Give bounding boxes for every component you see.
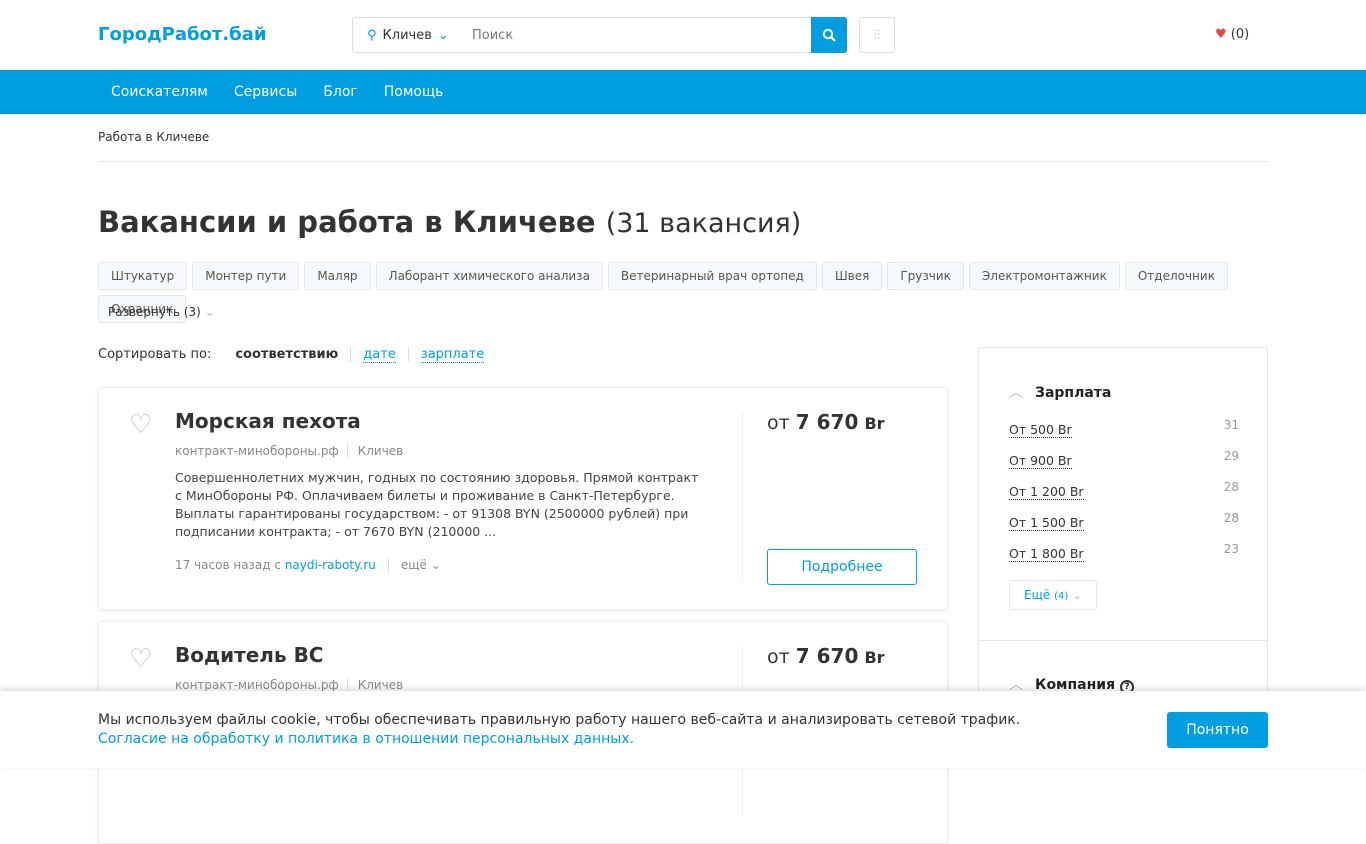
header: ГородРабот.бай ⚲Кличев⌄ ⫶⫶ ♥ (0): [0, 0, 1366, 70]
chevron-down-icon: ⌄: [437, 27, 449, 43]
divider: [979, 640, 1267, 641]
vacancy-meta: контракт-минобороны.рф Кличев: [175, 444, 404, 458]
salary-option[interactable]: От 1 800 Br 23: [1009, 542, 1239, 562]
salary-filter-header[interactable]: ︿ Зарплата: [1009, 382, 1111, 402]
accept-cookies-button[interactable]: Понятно: [1167, 712, 1268, 748]
vacancy-card: ♡ Морская пехота контракт-минобороны.рф К…: [98, 387, 948, 610]
vacancy-meta: контракт-минобороны.рф Кличев: [175, 678, 404, 692]
vacancy-footer: 17 часов назад с naydi-raboty.ru ещё ⌄: [175, 558, 441, 572]
vacancy-description: Совершеннолетних мужчин, годных по состо…: [175, 470, 699, 539]
favorites-link[interactable]: ♥ (0): [1215, 27, 1249, 42]
sort-date[interactable]: дате: [363, 347, 396, 363]
nav-item[interactable]: Соискателям: [98, 70, 221, 114]
main-nav: Соискателям Сервисы Блог Помощь: [0, 70, 1366, 114]
salary-option[interactable]: От 900 Br 29: [1009, 449, 1239, 469]
salary-option[interactable]: От 1 200 Br 28: [1009, 480, 1239, 500]
tag[interactable]: Маляр: [304, 262, 371, 290]
tag[interactable]: Ветеринарный врач ортопед: [607, 262, 817, 290]
location-select[interactable]: ⚲ Кличев ⌄: [352, 17, 458, 53]
filter-button[interactable]: ⫶⫶: [859, 17, 895, 53]
heart-icon[interactable]: ♡: [129, 644, 152, 674]
search-input[interactable]: [457, 17, 812, 53]
tag[interactable]: Монтер пути: [192, 262, 300, 290]
breadcrumb[interactable]: Работа в Кличеве: [98, 130, 209, 144]
nav-item[interactable]: Блог: [310, 70, 370, 114]
nav-item[interactable]: Сервисы: [221, 70, 310, 114]
vacancy-title[interactable]: Водитель ВС: [175, 643, 324, 667]
source-link[interactable]: naydi-raboty.ru: [285, 558, 376, 572]
heart-icon[interactable]: ♡: [129, 410, 152, 440]
details-button[interactable]: Подробнее: [767, 549, 917, 585]
pin-icon: ⚲: [367, 27, 377, 43]
privacy-policy-link[interactable]: Согласие на обработку и политика в отнош…: [98, 730, 1020, 749]
tag[interactable]: Грузчик: [887, 262, 964, 290]
sort-relevance[interactable]: соответствию: [223, 347, 350, 362]
tag[interactable]: Электромонтажник: [968, 262, 1120, 290]
more-salary-button[interactable]: Ещё (4) ⌄: [1009, 580, 1098, 610]
vacancy-salary: от 7 670 Br: [767, 644, 885, 668]
page-title: Вакансии и работа в Кличеве (31 вакансия…: [98, 205, 802, 239]
cookie-banner: Мы используем файлы cookie, чтобы обеспе…: [0, 691, 1366, 768]
divider: [98, 161, 1268, 162]
vacancy-title[interactable]: Морская пехота: [175, 409, 361, 433]
sort-salary[interactable]: зарплате: [420, 347, 485, 363]
logo[interactable]: ГородРабот.бай: [98, 24, 267, 45]
salary-option[interactable]: От 500 Br 31: [1009, 418, 1239, 438]
divider: [742, 412, 743, 582]
expand-tags-button[interactable]: Развернуть (3) ⌄: [108, 305, 215, 319]
vacancy-salary: от 7 670 Br: [767, 410, 885, 434]
chevron-down-icon: ⌄: [204, 305, 215, 319]
search-icon: [822, 28, 836, 42]
tag[interactable]: Отделочник: [1124, 262, 1228, 290]
tag[interactable]: Швея: [821, 262, 883, 290]
sort-bar: Сортировать по: соответствию дате зарпла…: [98, 347, 496, 363]
nav-item[interactable]: Помощь: [371, 70, 457, 114]
search-button[interactable]: [811, 17, 847, 53]
more-menu[interactable]: ещё ⌄: [387, 558, 441, 572]
chevron-down-icon: ⌄: [1072, 588, 1083, 602]
tag[interactable]: Штукатур: [98, 262, 188, 290]
chevron-up-icon: ︿: [1009, 385, 1023, 401]
sliders-icon: ⫶⫶: [873, 27, 881, 43]
tag-list: Штукатур Монтер пути Маляр Лаборант хими…: [98, 262, 1278, 323]
salary-option[interactable]: От 1 500 Br 28: [1009, 511, 1239, 531]
tag[interactable]: Лаборант химического анализа: [375, 262, 603, 290]
heart-icon: ♥: [1215, 27, 1227, 42]
